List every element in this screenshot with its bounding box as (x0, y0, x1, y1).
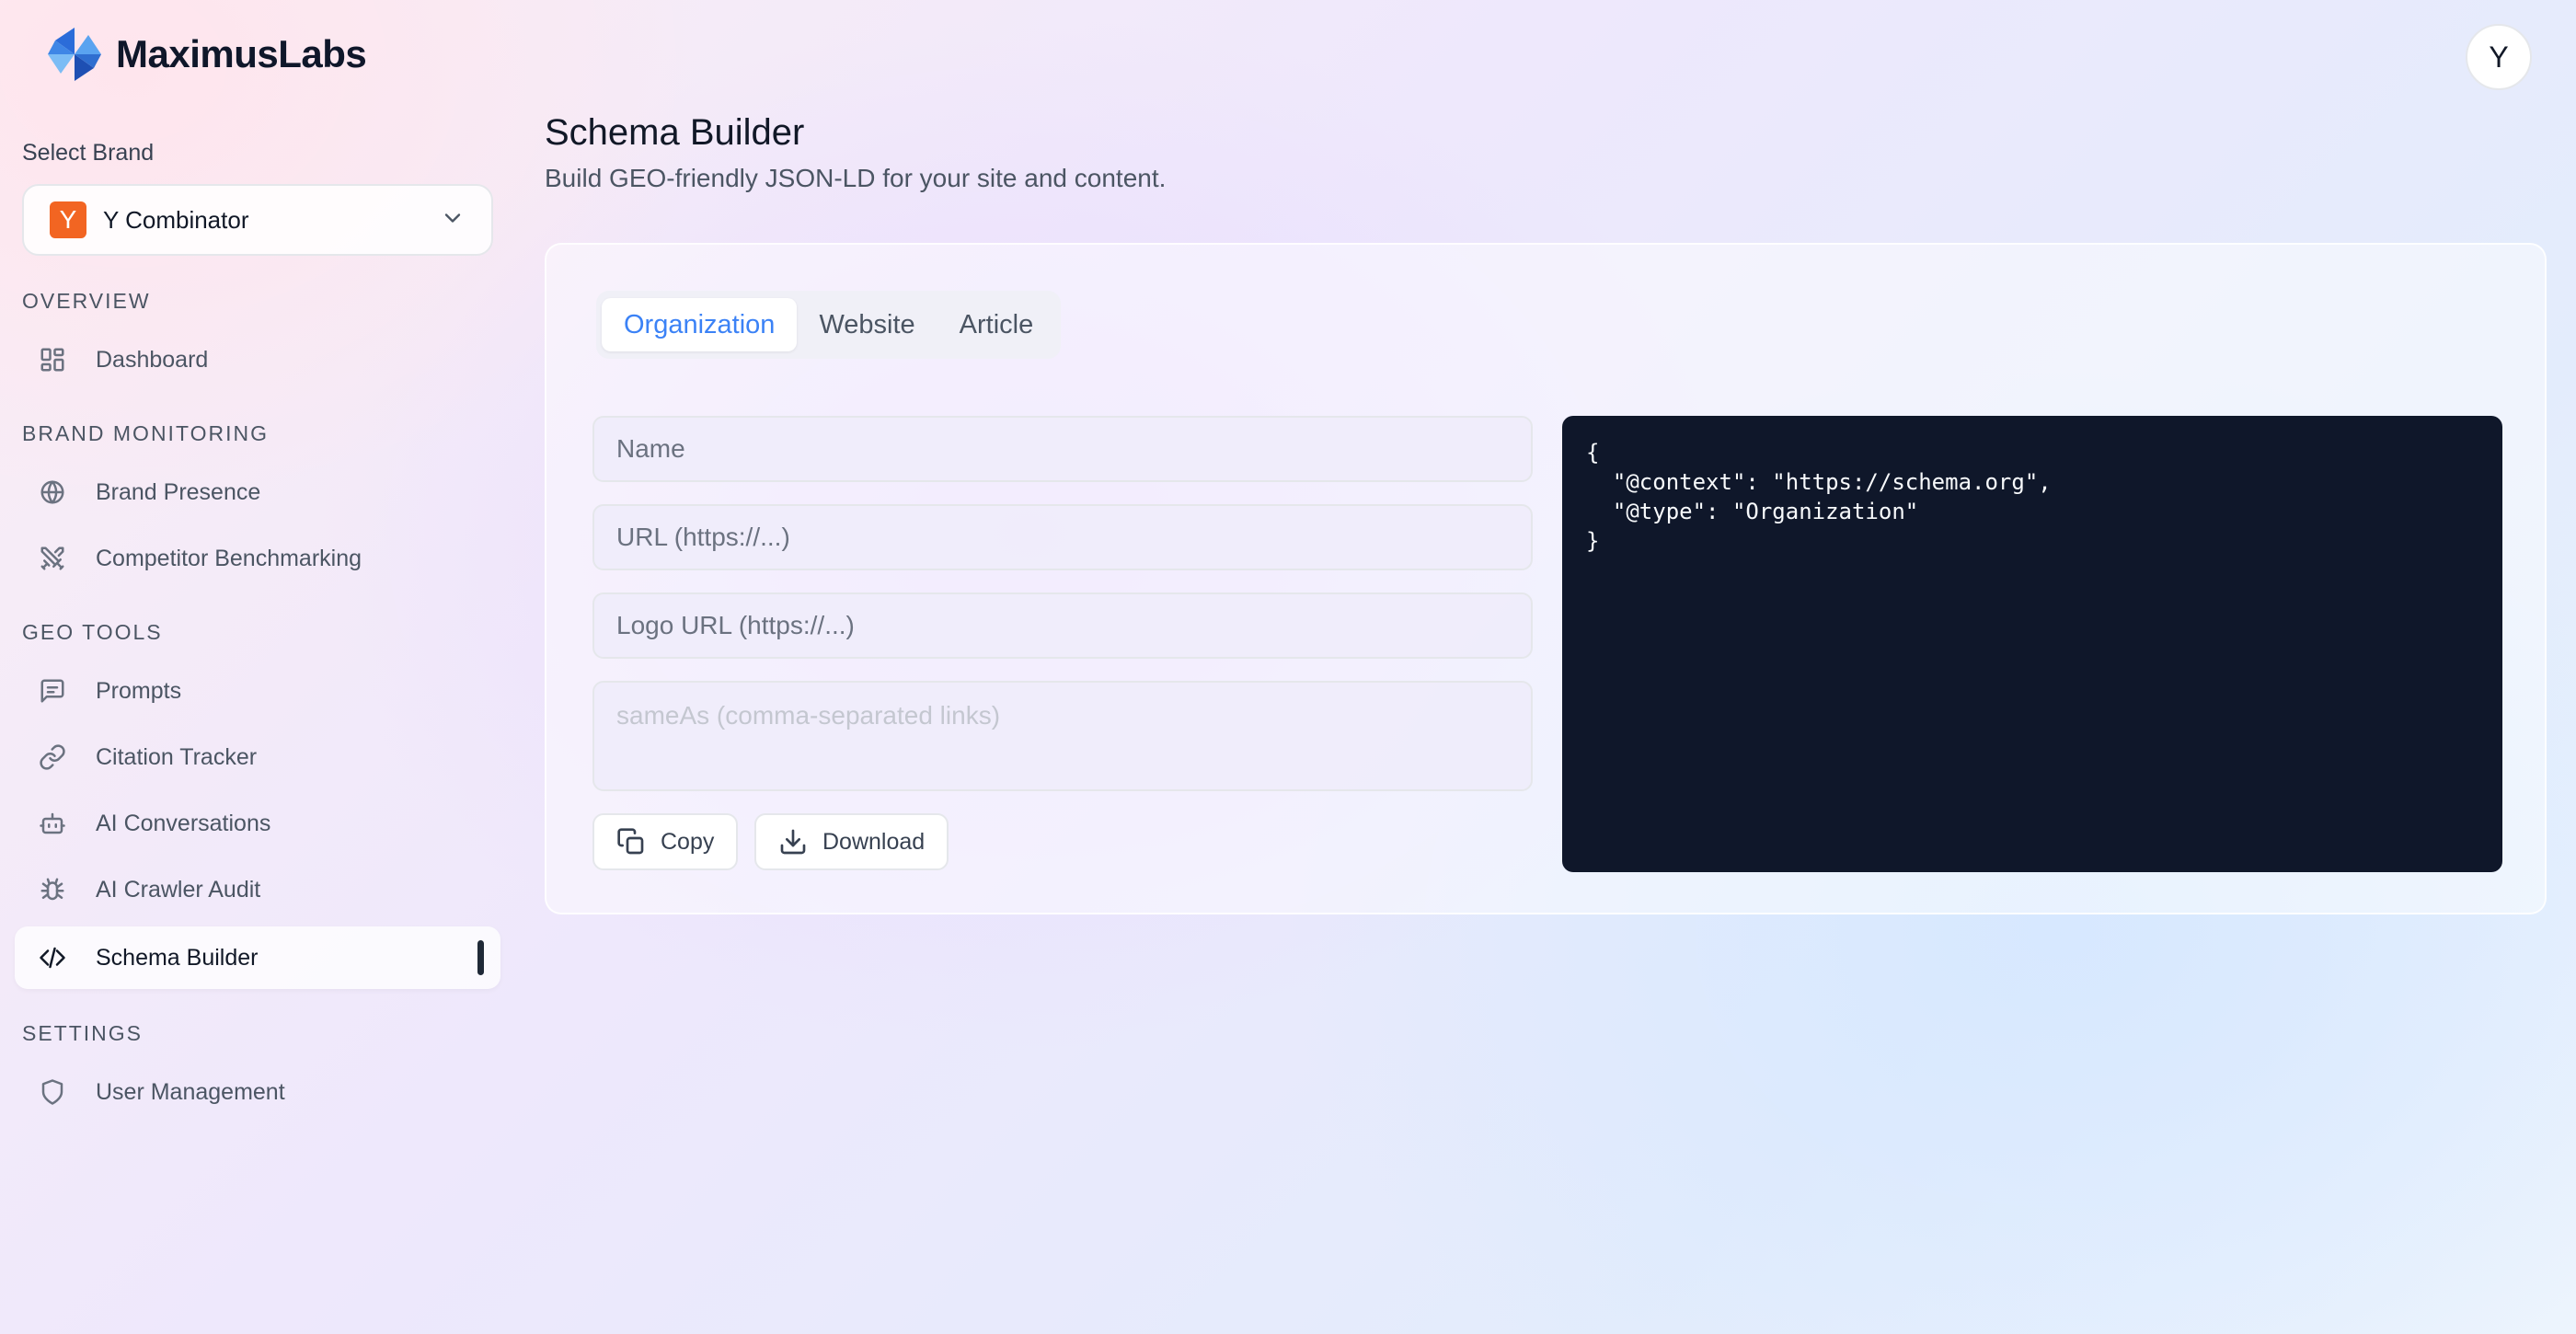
sidebar-item-label: Brand Presence (96, 478, 261, 505)
globe-icon (37, 477, 68, 508)
select-brand-label: Select Brand (22, 140, 155, 166)
swords-icon (37, 543, 68, 574)
sidebar-item-prompts[interactable]: Prompts (15, 660, 500, 722)
schema-builder-card: Organization Website Article Copy Downlo… (545, 243, 2547, 914)
link-icon (37, 742, 68, 773)
sidebar-item-label: User Management (96, 1078, 285, 1105)
app-name: MaximusLabs (116, 32, 367, 75)
section-title-brand-monitoring: BRAND MONITORING (22, 421, 269, 445)
tab-organization[interactable]: Organization (602, 298, 798, 351)
sidebar-item-label: Citation Tracker (96, 743, 258, 770)
sidebar-item-citation-tracker[interactable]: Citation Tracker (15, 726, 500, 788)
download-button[interactable]: Download (754, 813, 949, 870)
section-title-geo-tools: GEO TOOLS (22, 620, 163, 644)
active-indicator (477, 940, 484, 975)
sidebar-item-label: AI Crawler Audit (96, 876, 261, 903)
page-title: Schema Builder (545, 112, 805, 153)
bot-icon (37, 808, 68, 839)
sidebar-item-label: Prompts (96, 677, 182, 704)
brand-name: Y Combinator (103, 205, 249, 234)
tab-website[interactable]: Website (797, 298, 937, 351)
sidebar-item-label: AI Conversations (96, 810, 271, 836)
json-ld-output[interactable]: { "@context": "https://schema.org", "@ty… (1562, 416, 2502, 872)
sidebar-item-ai-crawler-audit[interactable]: AI Crawler Audit (15, 858, 500, 921)
sidebar-item-label: Competitor Benchmarking (96, 545, 362, 571)
schema-type-tabs: Organization Website Article (596, 291, 1062, 359)
sidebar-item-dashboard[interactable]: Dashboard (15, 328, 500, 391)
app-logo[interactable]: MaximusLabs (44, 24, 367, 85)
logo-url-input[interactable] (592, 592, 1533, 659)
message-square-icon (37, 675, 68, 707)
sidebar-item-label: Schema Builder (96, 944, 259, 971)
sidebar-item-brand-presence[interactable]: Brand Presence (15, 461, 500, 523)
copy-icon (617, 828, 644, 855)
page-subtitle: Build GEO-friendly JSON-LD for your site… (545, 164, 1167, 192)
dashboard-icon (37, 344, 68, 375)
section-title-settings: SETTINGS (22, 1021, 144, 1045)
sameas-textarea[interactable] (592, 681, 1533, 791)
sidebar-item-competitor-benchmarking[interactable]: Competitor Benchmarking (15, 527, 500, 590)
sidebar-item-schema-builder[interactable]: Schema Builder (15, 926, 500, 989)
shield-icon (37, 1076, 68, 1108)
sidebar-item-label: Dashboard (96, 346, 209, 373)
copy-button[interactable]: Copy (592, 813, 739, 870)
copy-button-label: Copy (661, 828, 715, 855)
download-button-label: Download (822, 828, 926, 855)
sidebar-item-user-management[interactable]: User Management (15, 1061, 500, 1123)
bug-icon (37, 874, 68, 905)
section-title-overview: OVERVIEW (22, 289, 151, 313)
user-avatar[interactable]: Y (2466, 24, 2532, 90)
tab-article[interactable]: Article (937, 298, 1056, 351)
download-icon (780, 829, 806, 855)
sidebar: MaximusLabs Select Brand Y Y Combinator … (0, 0, 515, 1334)
sidebar-item-ai-conversations[interactable]: AI Conversations (15, 792, 500, 855)
url-input[interactable] (592, 504, 1533, 570)
brand-select[interactable]: Y Y Combinator (22, 184, 493, 256)
name-input[interactable] (592, 416, 1533, 482)
pinwheel-logo-icon (48, 28, 101, 81)
chevron-down-icon (440, 205, 466, 236)
brand-badge: Y (50, 201, 86, 238)
code-icon (37, 942, 68, 973)
